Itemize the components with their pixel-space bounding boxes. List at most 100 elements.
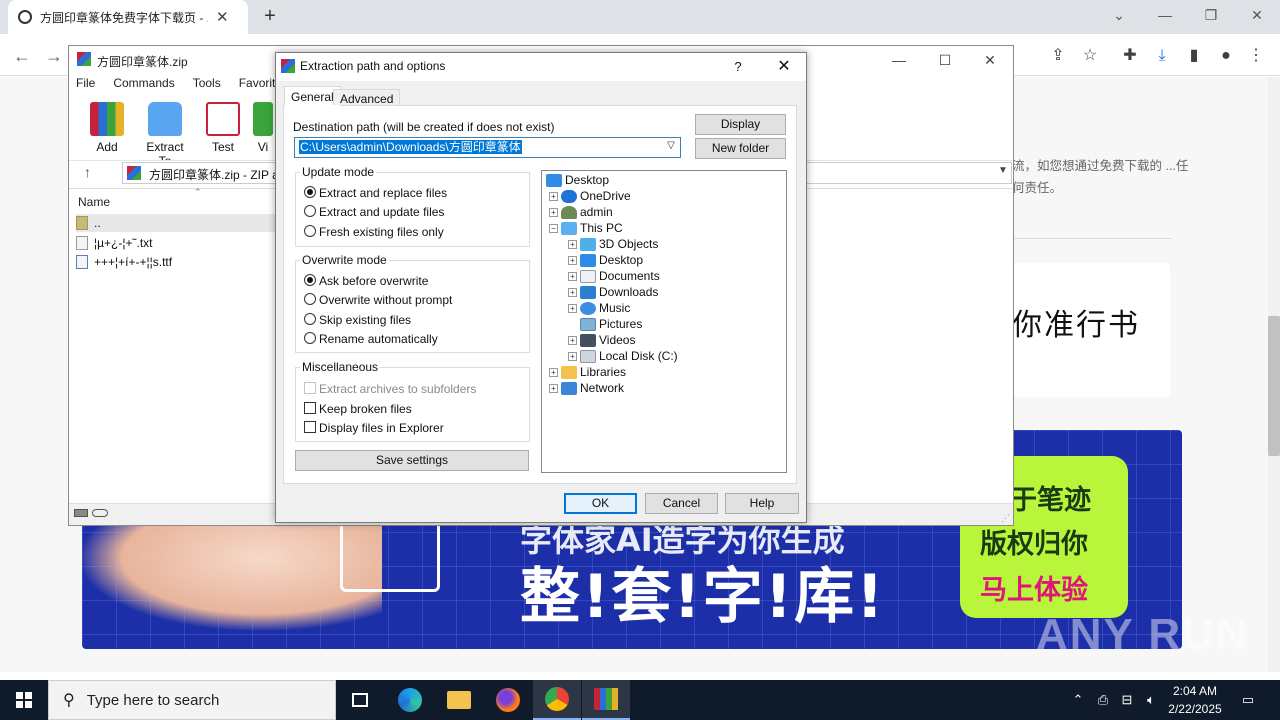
menu-tools[interactable]: Tools xyxy=(193,76,221,96)
page-scrollbar-thumb[interactable] xyxy=(1268,316,1280,456)
tree-node-network[interactable]: + Network xyxy=(549,380,624,396)
help-button[interactable]: Help xyxy=(725,493,799,514)
tree-node-local-disk[interactable]: + Local Disk (C:) xyxy=(568,348,678,364)
radio-rename-auto-label[interactable]: Rename automatically xyxy=(319,332,438,346)
display-button[interactable]: Display xyxy=(695,114,786,135)
list-item[interactable]: .. xyxy=(76,214,276,232)
tree-node-onedrive[interactable]: + OneDrive xyxy=(549,188,631,204)
network-tray-icon[interactable]: ⊟ xyxy=(1116,680,1138,720)
extract-to-button[interactable]: Extract To xyxy=(140,102,190,168)
firefox-taskbar-button[interactable] xyxy=(484,680,532,720)
forward-arrow-icon[interactable]: → xyxy=(42,44,66,68)
menu-commands[interactable]: Commands xyxy=(113,76,174,96)
tree-node-desktop[interactable]: Desktop xyxy=(546,172,609,188)
collapse-icon[interactable]: − xyxy=(549,223,558,233)
radio-skip-existing-label[interactable]: Skip existing files xyxy=(319,313,411,327)
tree-node-admin[interactable]: + admin xyxy=(549,204,613,220)
list-item[interactable]: +++¦+í+-+¦¦s.ttf xyxy=(76,253,172,271)
tree-node-pictures[interactable]: Pictures xyxy=(568,316,642,332)
back-arrow-icon[interactable]: ← xyxy=(10,44,34,68)
tray-device-icon[interactable]: ⎙ xyxy=(1092,680,1114,720)
close-tab-icon[interactable]: ✕ xyxy=(216,8,229,26)
new-tab-button[interactable]: + xyxy=(258,4,282,28)
expand-icon[interactable]: + xyxy=(568,239,577,249)
add-button[interactable]: Add xyxy=(82,102,132,154)
expand-icon[interactable]: + xyxy=(568,351,577,361)
checkbox-keep-broken-label[interactable]: Keep broken files xyxy=(319,402,412,416)
tray-overflow-chevron-icon[interactable]: ⌃ xyxy=(1068,680,1088,720)
task-view-button[interactable] xyxy=(336,680,384,720)
expand-icon[interactable]: + xyxy=(549,207,558,217)
column-header-name[interactable]: Name xyxy=(70,190,280,214)
checkbox-display-explorer-label[interactable]: Display files in Explorer xyxy=(319,421,444,435)
edge-taskbar-button[interactable] xyxy=(386,680,434,720)
winrar-close-icon[interactable]: ✕ xyxy=(967,46,1013,74)
system-clock[interactable]: 2:04 AM 2/22/2025 xyxy=(1160,682,1230,718)
taskbar-search-box[interactable]: ⚲ Type here to search xyxy=(48,680,336,720)
expand-icon[interactable]: + xyxy=(568,335,577,345)
resize-grip-icon[interactable]: ⋰ xyxy=(1001,513,1010,524)
tree-node-videos[interactable]: + Videos xyxy=(568,332,635,348)
winrar-maximize-icon[interactable]: ☐ xyxy=(922,46,968,74)
expand-icon[interactable]: + xyxy=(549,367,558,377)
radio-extract-update-label[interactable]: Extract and update files xyxy=(319,205,444,219)
winrar-taskbar-button[interactable] xyxy=(582,680,630,720)
menu-file[interactable]: File xyxy=(76,76,95,96)
file-explorer-taskbar-button[interactable] xyxy=(435,680,483,720)
minimize-icon[interactable]: — xyxy=(1142,0,1188,30)
chrome-taskbar-button[interactable] xyxy=(533,680,581,720)
restore-icon[interactable]: ❐ xyxy=(1188,0,1234,30)
clock-time: 2:04 AM xyxy=(1172,684,1218,698)
chrome-icon xyxy=(545,687,569,711)
bookmark-star-icon[interactable]: ☆ xyxy=(1078,44,1102,68)
save-settings-button[interactable]: Save settings xyxy=(295,450,529,471)
volume-icon[interactable]: 🔈︎ xyxy=(1140,680,1162,720)
tree-node-downloads[interactable]: + Downloads xyxy=(568,284,658,300)
radio-fresh-existing-label[interactable]: Fresh existing files only xyxy=(319,225,444,239)
dialog-help-button[interactable]: ? xyxy=(728,57,748,77)
path-dropdown-icon[interactable]: ▼ xyxy=(998,165,1008,176)
radio-extract-replace-label[interactable]: Extract and replace files xyxy=(319,186,447,200)
new-folder-button[interactable]: New folder xyxy=(695,138,786,159)
side-panel-icon[interactable]: ▮ xyxy=(1182,44,1206,68)
ok-button[interactable]: OK xyxy=(564,493,637,514)
destination-dropdown-icon[interactable]: ▽ xyxy=(664,140,678,154)
tree-node-this-pc[interactable]: − This PC xyxy=(549,220,623,236)
view-icon xyxy=(253,102,273,136)
expand-icon[interactable]: + xyxy=(568,271,577,281)
taskbar-search-placeholder: Type here to search xyxy=(86,691,220,709)
notification-icon[interactable]: ▭ xyxy=(1236,680,1260,720)
winrar-minimize-icon[interactable]: — xyxy=(876,46,922,74)
tree-node-documents[interactable]: + Documents xyxy=(568,268,660,284)
start-button[interactable] xyxy=(0,680,48,720)
chrome-menu-icon[interactable]: ⋮ xyxy=(1244,44,1268,68)
view-button[interactable]: Vi xyxy=(250,102,276,154)
radio-ask-overwrite-label[interactable]: Ask before overwrite xyxy=(319,274,428,288)
expand-icon[interactable]: + xyxy=(568,303,577,313)
destination-path-value[interactable]: C:\Users\admin\Downloads\方圆印章篆体 xyxy=(299,140,522,154)
profile-avatar-icon[interactable]: ● xyxy=(1214,44,1238,68)
test-button[interactable]: Test xyxy=(198,102,248,154)
list-item[interactable]: ¦µ+¿-¦+˜.txt xyxy=(76,234,153,252)
expand-icon[interactable]: + xyxy=(549,383,558,393)
browser-tab[interactable]: 方圆印章篆体免费字体下载页 - ... ✕ xyxy=(8,0,248,34)
extensions-puzzle-icon[interactable]: ✚ xyxy=(1118,44,1142,68)
expand-icon[interactable]: + xyxy=(568,255,577,265)
radio-overwrite-no-prompt-label[interactable]: Overwrite without prompt xyxy=(319,293,452,307)
cancel-button[interactable]: Cancel xyxy=(645,493,718,514)
tab-advanced[interactable]: Advanced xyxy=(333,89,401,106)
expand-icon[interactable]: + xyxy=(549,191,558,201)
add-archive-icon xyxy=(90,102,124,136)
tree-node-music[interactable]: + Music xyxy=(568,300,630,316)
tree-node-3d-objects[interactable]: +3D Objects xyxy=(568,236,658,252)
tree-node-pc-desktop[interactable]: + Desktop xyxy=(568,252,643,268)
up-arrow-icon[interactable]: ↑ xyxy=(84,164,91,180)
share-icon[interactable]: ⇪ xyxy=(1046,44,1070,68)
tab-search-chevron-icon[interactable]: ⌄ xyxy=(1096,0,1142,30)
download-icon[interactable]: ⤓ xyxy=(1150,44,1174,68)
sort-caret-icon: ⌃ xyxy=(194,187,202,197)
dialog-close-icon[interactable]: ✕ xyxy=(772,56,796,78)
close-window-icon[interactable]: ✕ xyxy=(1234,0,1280,30)
tree-node-libraries[interactable]: + Libraries xyxy=(549,364,626,380)
expand-icon[interactable]: + xyxy=(568,287,577,297)
